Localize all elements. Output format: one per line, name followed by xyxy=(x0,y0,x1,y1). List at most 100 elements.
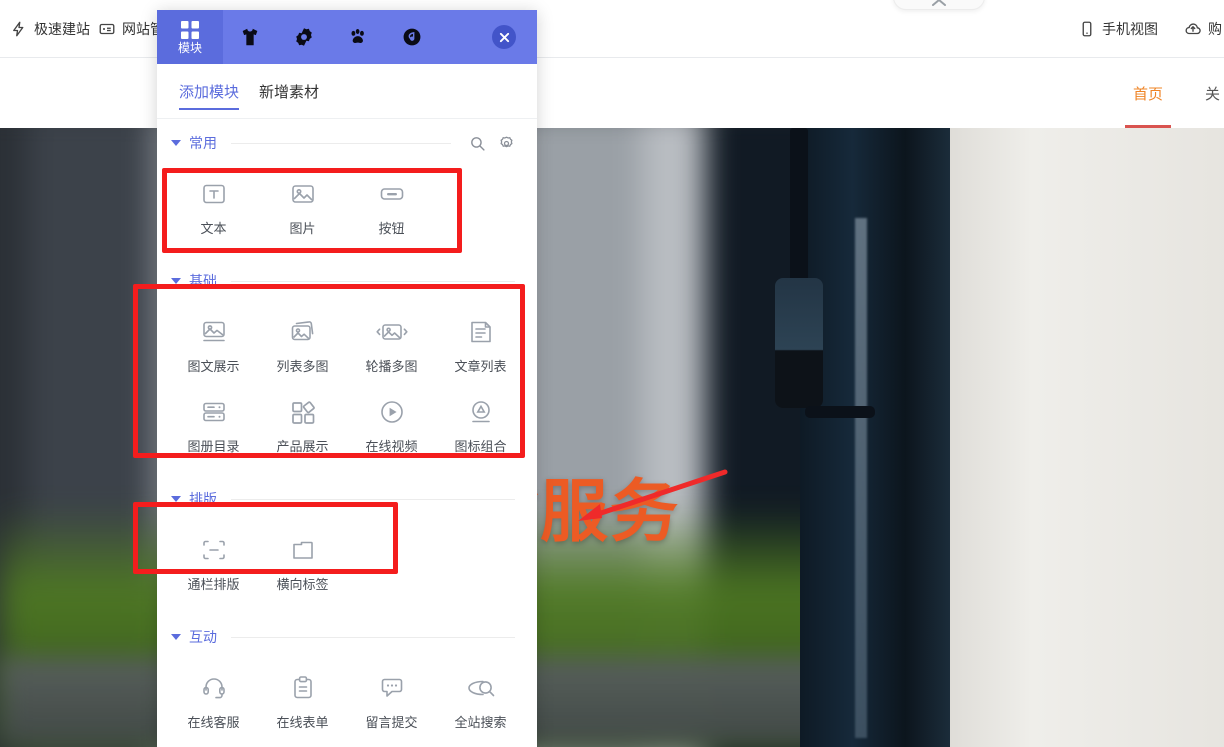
panel-tab-theme[interactable] xyxy=(223,10,277,64)
album-catalog-icon xyxy=(202,402,225,422)
module-item-label: 文本 xyxy=(200,221,227,236)
module-item-carousel[interactable]: 轮播多图 xyxy=(347,305,436,385)
module-grid-spacer xyxy=(436,167,525,247)
module-item-label: 列表多图 xyxy=(276,359,329,374)
module-item-label: 横向标签 xyxy=(276,577,329,592)
group-title: 排版 xyxy=(189,491,217,507)
toolbar-item-purchase[interactable]: 购 xyxy=(1184,19,1222,39)
grid-squares-icon xyxy=(181,21,199,39)
group-divider xyxy=(231,142,451,144)
module-item-label: 文章列表 xyxy=(454,359,507,374)
module-item-text[interactable]: 文本 xyxy=(169,167,258,247)
panel-tab-music[interactable] xyxy=(385,10,439,64)
module-item-site-search[interactable]: 全站搜索 xyxy=(436,661,525,741)
button-icon xyxy=(380,188,403,200)
module-item-album-catalog[interactable]: 图册目录 xyxy=(169,385,258,465)
module-item-label: 全站搜索 xyxy=(454,715,507,730)
module-item-image[interactable]: 图片 xyxy=(258,167,347,247)
search-icon[interactable] xyxy=(469,135,486,152)
module-item-button[interactable]: 按钮 xyxy=(347,167,436,247)
module-item-label: 图片 xyxy=(289,221,316,236)
module-item-article-list[interactable]: 文章列表 xyxy=(436,305,525,385)
gear-icon[interactable] xyxy=(498,135,515,152)
module-panel-tabbar: 添加模块 新增素材 xyxy=(157,64,537,119)
image-list-icon xyxy=(291,321,313,341)
toolbar-item-quick-build[interactable]: 极速建站 xyxy=(10,19,90,39)
headset-icon xyxy=(202,678,225,699)
tab-add-module[interactable]: 添加模块 xyxy=(179,64,240,118)
group-divider xyxy=(231,636,515,638)
truck-mirror xyxy=(775,278,823,408)
toolbar-item-label: 手机视图 xyxy=(1102,20,1158,37)
image-text-icon xyxy=(202,321,225,342)
site-nav-item-about[interactable]: 关 xyxy=(1205,58,1220,128)
red-annotation-arrow xyxy=(578,469,728,521)
icon-group-icon xyxy=(471,401,490,423)
comment-icon xyxy=(381,678,402,697)
module-grid-spacer xyxy=(347,523,436,603)
toolbar-item-mobile-view[interactable]: 手机视图 xyxy=(1078,19,1158,39)
full-width-icon xyxy=(202,540,225,560)
chevron-down-icon[interactable] xyxy=(171,140,181,146)
collapse-toolbar-button[interactable] xyxy=(893,0,985,10)
module-grid-spacer xyxy=(436,523,525,603)
paw-icon xyxy=(351,29,364,44)
carousel-icon xyxy=(375,324,408,340)
tshirt-icon xyxy=(242,28,258,46)
module-item-full-width[interactable]: 通栏排版 xyxy=(169,523,258,603)
module-item-label: 通栏排版 xyxy=(187,577,240,592)
site-nav-label: 关 xyxy=(1204,85,1220,103)
module-item-online-service[interactable]: 在线客服 xyxy=(169,661,258,741)
module-item-label: 在线视频 xyxy=(365,439,418,454)
toolbar-item-site-manage[interactable]: 网站管 xyxy=(98,19,164,39)
group-header-layout: 排版 xyxy=(157,475,537,517)
tab-add-material[interactable]: 新增素材 xyxy=(259,64,319,118)
module-item-horizontal-tab[interactable]: 横向标签 xyxy=(258,523,347,603)
module-item-message-submit[interactable]: 留言提交 xyxy=(347,661,436,741)
chevron-down-icon[interactable] xyxy=(171,634,181,640)
module-item-image-text[interactable]: 图文展示 xyxy=(169,305,258,385)
gear-flower-icon xyxy=(296,28,312,46)
module-item-label: 按钮 xyxy=(378,221,405,236)
site-nav-item-home[interactable]: 首页 xyxy=(1124,58,1172,128)
module-item-icon-group[interactable]: 图标组合 xyxy=(436,385,525,465)
group-actions xyxy=(469,135,515,152)
panel-tab-pets[interactable] xyxy=(331,10,385,64)
site-search-icon xyxy=(467,680,494,697)
toolbar-item-label: 极速建站 xyxy=(34,20,90,37)
article-list-icon xyxy=(470,321,491,343)
tab-label: 新增素材 xyxy=(259,83,320,101)
module-item-label: 产品展示 xyxy=(276,439,329,454)
play-circle-icon xyxy=(380,401,403,423)
module-item-image-list[interactable]: 列表多图 xyxy=(258,305,347,385)
close-icon xyxy=(499,32,509,42)
module-item-label: 在线客服 xyxy=(187,715,240,730)
module-item-label: 轮播多图 xyxy=(365,359,418,374)
text-box-icon xyxy=(202,184,225,204)
module-grid-interactive: 在线客服 在线表单 留言提交 全站搜索 xyxy=(157,655,537,747)
group-title: 互动 xyxy=(189,629,217,645)
panel-tab-settings[interactable] xyxy=(277,10,331,64)
lightning-icon xyxy=(13,21,24,36)
product-showcase-icon xyxy=(291,401,315,424)
module-panel-header: 模块 xyxy=(157,10,537,64)
truck-trailer xyxy=(945,128,1224,747)
group-divider xyxy=(231,280,515,282)
tab-label: 添加模块 xyxy=(179,83,240,101)
module-item-online-form[interactable]: 在线表单 xyxy=(258,661,347,741)
module-grid-common: 文本 图片 按钮 xyxy=(157,161,537,257)
chevron-down-icon[interactable] xyxy=(171,278,181,284)
panel-tab-modules[interactable]: 模块 xyxy=(157,10,223,64)
chevron-down-icon[interactable] xyxy=(171,496,181,502)
module-item-online-video[interactable]: 在线视频 xyxy=(347,385,436,465)
module-panel-body[interactable]: 常用 文本 图片 按钮 基础 图文展示 列表多图 轮播多图 文章列表 图册目录 … xyxy=(157,119,537,747)
chevron-up-icon xyxy=(932,0,946,6)
module-item-product-showcase[interactable]: 产品展示 xyxy=(258,385,347,465)
image-icon xyxy=(291,185,314,203)
module-grid-layout: 通栏排版 横向标签 xyxy=(157,517,537,613)
group-header-interactive: 互动 xyxy=(157,613,537,655)
group-title: 基础 xyxy=(189,273,217,289)
mobile-icon xyxy=(1082,21,1092,36)
close-panel-button[interactable] xyxy=(471,10,537,64)
clipboard-icon xyxy=(293,676,312,699)
